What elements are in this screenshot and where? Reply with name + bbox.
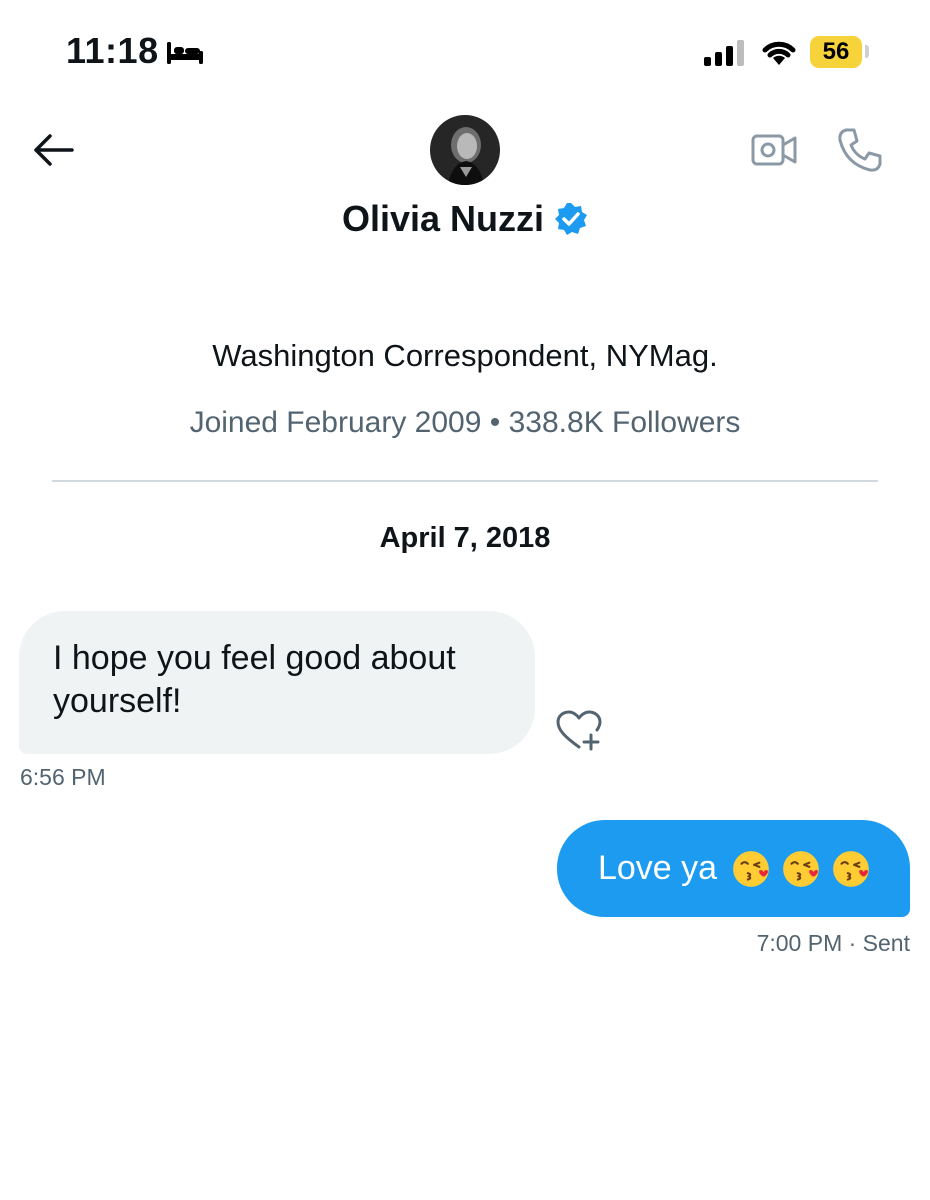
conversation-date: April 7, 2018 [379, 522, 551, 554]
sleep-focus-icon [167, 42, 203, 64]
received-message-time: 6:56 PM [20, 764, 106, 790]
avatar[interactable] [430, 115, 500, 185]
battery-indicator: 56 [810, 36, 862, 68]
message-text: Love ya [597, 849, 718, 887]
status-time: 11:18 [66, 30, 159, 71]
kiss-emoji-icon [833, 850, 869, 887]
sent-status: · Sent [848, 930, 910, 956]
profile-meta: Joined February 2009 • 338.8K Followers [0, 406, 930, 440]
phone-call-icon[interactable] [836, 126, 884, 174]
cellular-signal-icon [704, 40, 744, 66]
video-call-icon[interactable] [750, 130, 798, 170]
conversation-header: Olivia Nuzzi [0, 198, 930, 240]
contact-name[interactable]: Olivia Nuzzi [342, 198, 544, 240]
profile-bio: Washington Correspondent, NYMag. [212, 338, 718, 373]
sent-message-time: 7:00 PM [756, 930, 843, 956]
kiss-emoji-icon [733, 850, 769, 887]
sent-message-meta: 7:00 PM · Sent [600, 930, 910, 957]
message-text: I hope you feel good about yourself! [53, 639, 456, 720]
add-reaction-heart-icon[interactable] [555, 709, 603, 753]
joined-date: Joined February 2009 [189, 406, 482, 439]
sent-message-bubble[interactable]: Love ya [557, 820, 910, 917]
received-message-bubble[interactable]: I hope you feel good about yourself! [19, 611, 535, 754]
meta-separator: • [489, 406, 501, 439]
kiss-emoji-icon [783, 850, 819, 887]
followers-count[interactable]: 338.8K Followers [509, 406, 741, 439]
divider [52, 480, 878, 482]
verified-badge-icon [555, 203, 588, 235]
wifi-icon [762, 41, 796, 65]
battery-cap [865, 45, 869, 58]
back-arrow-icon[interactable] [30, 128, 76, 172]
